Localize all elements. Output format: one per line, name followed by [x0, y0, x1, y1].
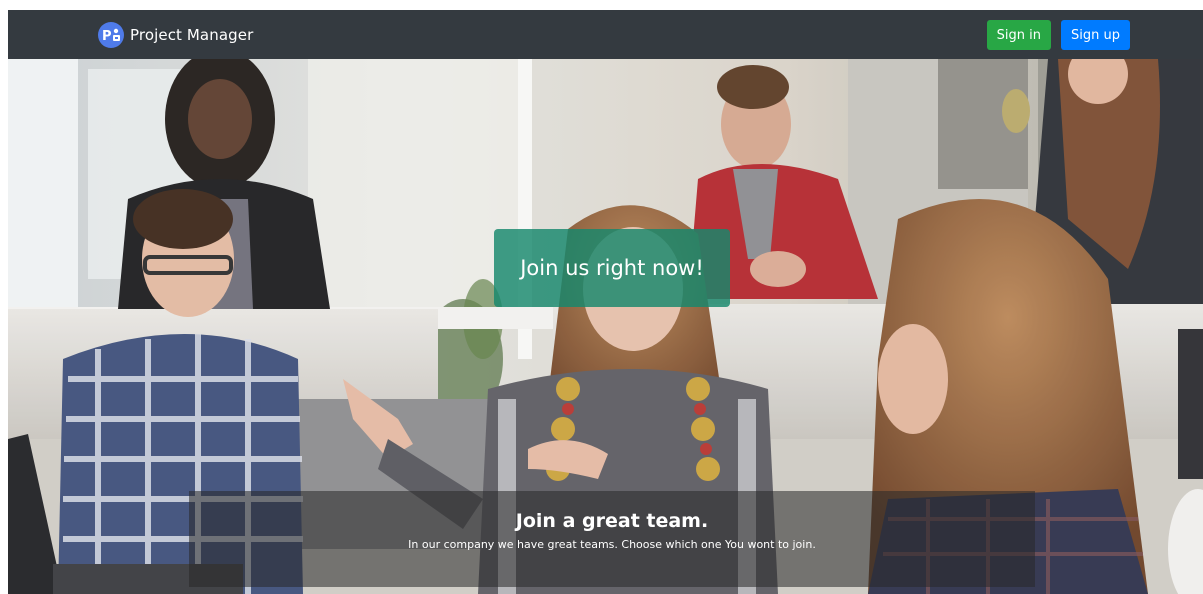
- sign-in-button[interactable]: Sign in: [986, 20, 1052, 50]
- svg-text:P: P: [102, 29, 112, 44]
- page: P Project Manager Sign in Sign up Join u…: [8, 10, 1203, 594]
- caption-title: Join a great team.: [515, 510, 709, 532]
- join-us-button[interactable]: Join us right now!: [494, 229, 730, 307]
- sign-up-button[interactable]: Sign up: [1061, 20, 1130, 50]
- brand-title: Project Manager: [130, 26, 254, 44]
- hero-section: Join us right now! Join a great team. In…: [8, 59, 1203, 594]
- navbar: P Project Manager Sign in Sign up: [8, 10, 1203, 59]
- caption-text: In our company we have great teams. Choo…: [408, 538, 816, 551]
- hero-caption: Join a great team. In our company we hav…: [189, 491, 1035, 587]
- brand-link[interactable]: P Project Manager: [98, 22, 253, 48]
- project-manager-logo-icon: P: [98, 22, 124, 48]
- nav-actions: Sign in Sign up: [986, 20, 1130, 50]
